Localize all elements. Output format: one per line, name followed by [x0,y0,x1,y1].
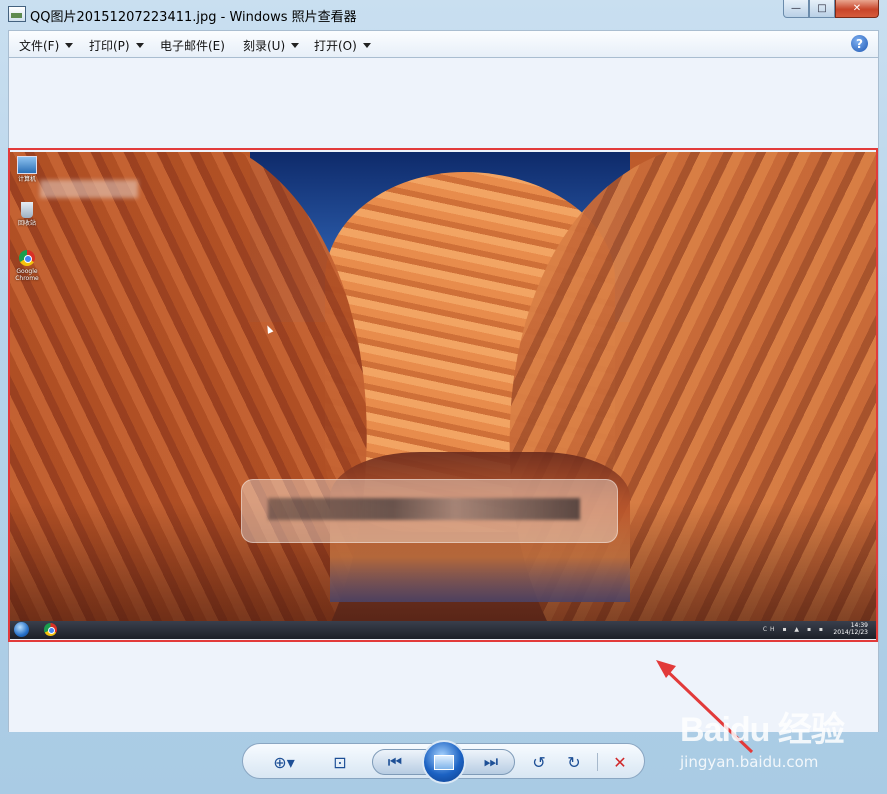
computer-icon [17,156,37,174]
photo-taskbar: CH ▪ ▲ ▪ ▪ 14:39 2014/12/23 [10,621,876,639]
title-bar: QQ图片20151207223411.jpg - Windows 照片查看器 —… [0,0,887,30]
blurred-text [268,498,580,520]
desktop-icon-chrome: Google Chrome [12,250,42,282]
taskbar-time: 14:39 [850,622,868,629]
delete-button[interactable]: ✕ [607,751,633,773]
desktop-icon-label: Google Chrome [15,268,39,282]
watermark-url: jingyan.baidu.com [680,753,819,771]
menu-file-label: 文件(F) [19,39,60,53]
taskbar-clock: 14:39 2014/12/23 [833,622,868,636]
menu-print-label: 打印(P) [89,39,130,53]
menu-bar: 文件(F) 打印(P) 电子邮件(E) 刻录(U) 打开(O) ? [8,30,879,58]
blurred-dialog [241,479,618,543]
system-tray: CH ▪ ▲ ▪ ▪ [762,626,826,633]
actual-size-button[interactable]: ⊡ [325,751,355,773]
window-title: QQ图片20151207223411.jpg - Windows 照片查看器 [30,10,357,25]
menu-burn-label: 刻录(U) [243,39,286,53]
menu-burn[interactable]: 刻录(U) [243,37,300,54]
desktop-icon-label: 计算机 [17,176,36,183]
chevron-down-icon [291,43,300,48]
slideshow-button[interactable] [422,740,466,784]
next-button[interactable]: ⏭ [476,751,506,773]
photo-viewer-window: QQ图片20151207223411.jpg - Windows 照片查看器 —… [0,0,887,794]
menu-open[interactable]: 打开(O) [314,37,371,54]
start-orb-icon [14,622,29,637]
maximize-button[interactable]: □ [809,0,835,18]
displayed-photo[interactable]: 计算机 回收站 Google Chrome CH ▪ ▲ ▪ ▪ 14:39 2… [10,152,876,639]
previous-button[interactable]: ⏮ [380,751,410,773]
caption-buttons: — □ ✕ [783,0,879,18]
rotate-clockwise-button[interactable]: ↻ [561,751,587,773]
desktop-icon-recycle-bin: 回收站 [12,202,42,227]
recycle-bin-icon [21,202,33,218]
chrome-icon [44,623,57,636]
menu-open-label: 打开(O) [314,39,357,53]
desktop-icon-label: 回收站 [17,220,36,227]
close-button[interactable]: ✕ [835,0,879,18]
rotate-counterclockwise-button[interactable]: ↺ [526,751,552,773]
chevron-down-icon [362,43,371,48]
watermark-logo: Baidu 经验 [680,711,845,749]
viewer-toolbar: ⊕▾ ⊡ ⏮ ⏭ ↺ ↻ ✕ [242,740,645,784]
baidu-watermark: Baidu 经验 jingyan.baidu.com [680,702,845,771]
menu-email-label: 电子邮件(E) [160,39,225,53]
help-icon[interactable]: ? [851,35,868,52]
zoom-button[interactable]: ⊕▾ [267,751,301,773]
toolbar-divider [597,753,598,771]
desktop-icon-computer: 计算机 [12,156,42,183]
chevron-down-icon [65,43,74,48]
menu-file[interactable]: 文件(F) [19,37,74,54]
menu-email[interactable]: 电子邮件(E) [160,37,225,54]
chevron-down-icon [135,43,144,48]
minimize-button[interactable]: — [783,0,809,18]
chrome-icon [19,250,35,266]
blurred-region [40,180,138,198]
menu-print[interactable]: 打印(P) [89,37,144,54]
taskbar-date: 2014/12/23 [833,629,868,636]
photo-viewer-app-icon [8,6,26,22]
slideshow-icon [434,754,454,770]
